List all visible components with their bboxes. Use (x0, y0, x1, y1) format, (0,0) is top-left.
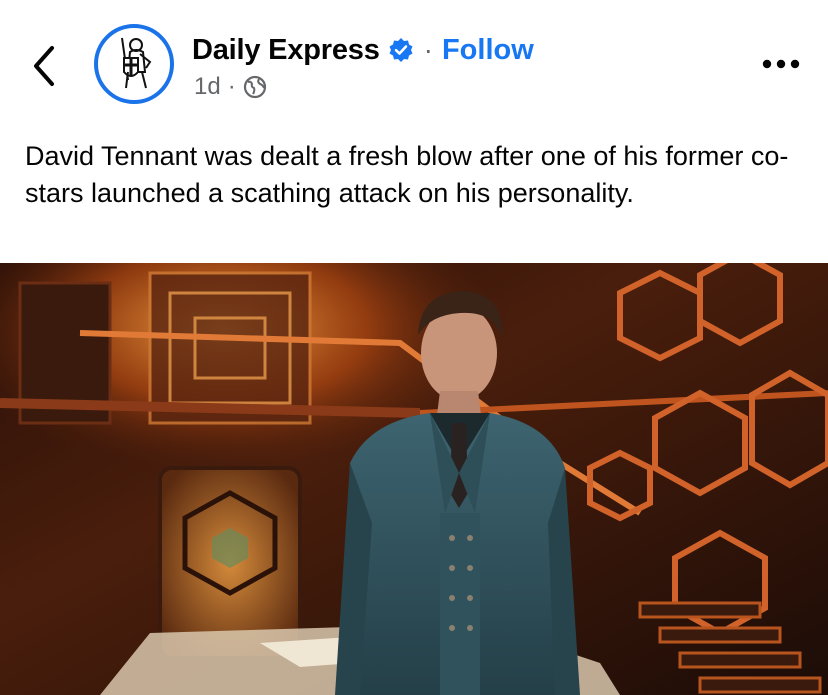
chevron-left-icon[interactable] (26, 38, 66, 94)
meta-separator: · (227, 73, 236, 100)
globe-icon (243, 75, 266, 99)
page-title-row: Daily Express · Follow (192, 30, 534, 70)
tardis-set-portrait-image (0, 263, 828, 695)
post-meta: 1d · (194, 72, 267, 102)
more-options-icon[interactable] (760, 52, 802, 76)
post-caption: David Tennant was dealt a fresh blow aft… (25, 141, 789, 208)
separator-dot: · (423, 34, 433, 65)
daily-express-crusader-logo (121, 37, 152, 89)
post-header: Daily Express · Follow 1d · (0, 0, 828, 120)
avatar[interactable] (94, 24, 174, 104)
follow-button[interactable]: Follow (442, 34, 534, 67)
page-name[interactable]: Daily Express (192, 34, 380, 67)
verified-badge-icon (389, 38, 413, 62)
post-photo[interactable] (0, 263, 828, 695)
post-time[interactable]: 1d (194, 73, 221, 101)
